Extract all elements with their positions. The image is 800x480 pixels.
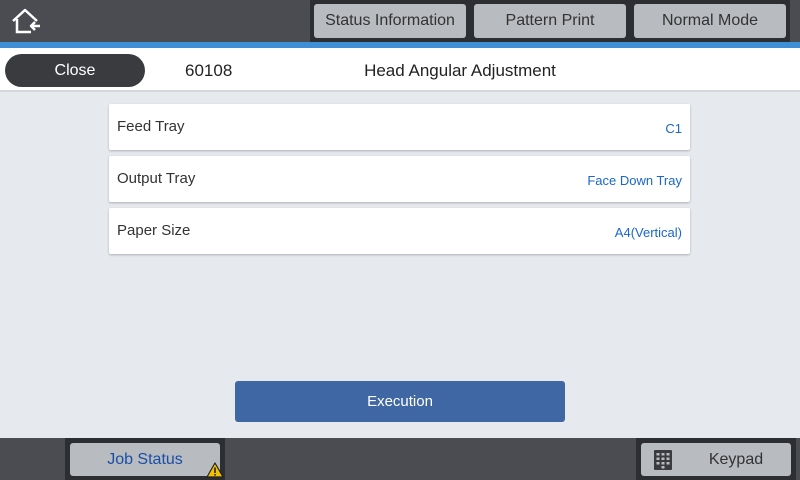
setting-value: C1 [665,121,682,136]
job-status-label: Job Status [107,450,183,468]
setting-value: A4(Vertical) [614,225,682,240]
setting-label: Feed Tray [117,118,185,135]
home-button[interactable] [6,4,46,38]
warning-icon [206,462,224,478]
feed-tray-row[interactable]: Feed Tray C1 [109,104,690,150]
setting-label: Paper Size [117,222,191,239]
tab-label: Normal Mode [634,4,786,38]
tab-pattern-print[interactable]: Pattern Print [470,0,630,42]
tab-normal-mode[interactable]: Normal Mode [630,0,790,42]
home-icon [12,8,40,34]
keypad-label: Keypad [708,450,764,468]
setting-label: Output Tray [117,170,196,187]
execution-button[interactable]: Execution [235,381,565,422]
keypad-button[interactable]: Keypad [636,438,796,480]
keypad-icon [654,450,672,470]
setting-value: Face Down Tray [587,173,682,188]
tab-label: Pattern Print [474,4,626,38]
tab-label: Status Information [314,4,466,38]
output-tray-row[interactable]: Output Tray Face Down Tray [109,156,690,202]
title-bar: Close 60108 Head Angular Adjustment [0,48,800,92]
tab-status-information[interactable]: Status Information [310,0,470,42]
page-title: Head Angular Adjustment [364,61,556,80]
job-status-button[interactable]: Job Status [65,438,225,480]
paper-size-row[interactable]: Paper Size A4(Vertical) [109,208,690,254]
